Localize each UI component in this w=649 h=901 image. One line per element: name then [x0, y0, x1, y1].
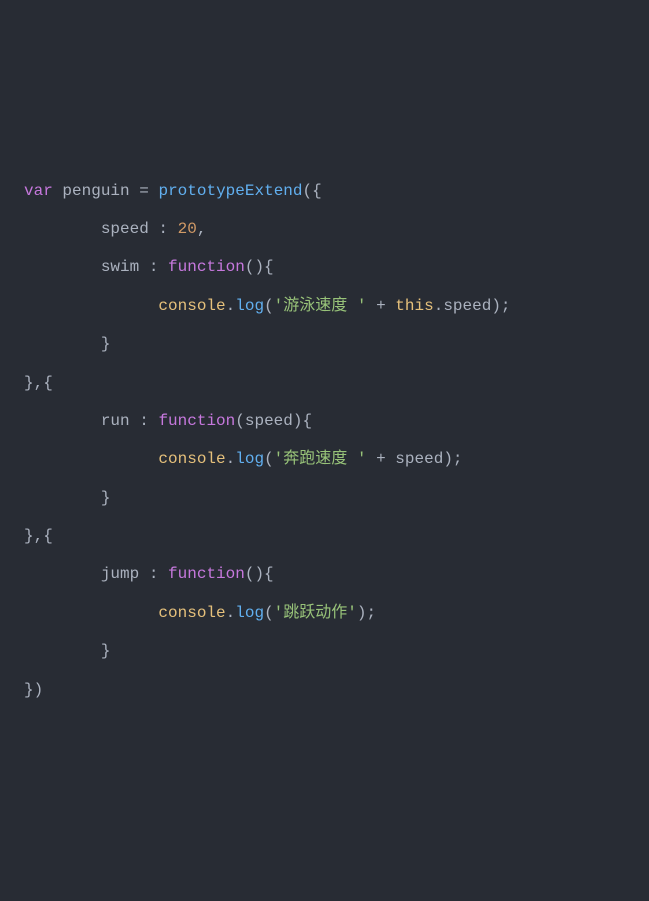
brace-comma-brace: },{ — [24, 527, 53, 545]
open-paren: ( — [264, 297, 274, 315]
code-line-13: } — [24, 632, 625, 670]
log-method: log — [235, 297, 264, 315]
keyword-function: function — [168, 258, 245, 276]
brace-comma-brace: },{ — [24, 374, 53, 392]
dot: . — [226, 450, 236, 468]
log-method: log — [235, 604, 264, 622]
keyword-var: var — [24, 182, 53, 200]
parens-brace: (){ — [245, 565, 274, 583]
string-jump: '跳跃动作' — [274, 604, 357, 622]
colon: : — [139, 258, 168, 276]
close-paren: ); — [443, 450, 462, 468]
param-speed-ref: speed — [395, 450, 443, 468]
code-line-2: speed : 20, — [24, 210, 625, 248]
close-brace: } — [101, 489, 111, 507]
colon: : — [149, 220, 178, 238]
func-call: prototypeExtend — [158, 182, 302, 200]
dot: . — [226, 604, 236, 622]
indent — [24, 565, 101, 583]
open-paren: ( — [264, 450, 274, 468]
string-run: '奔跑速度 ' — [274, 450, 367, 468]
open-paren: ( — [235, 412, 245, 430]
code-line-11: jump : function(){ — [24, 555, 625, 593]
indent — [24, 412, 101, 430]
log-method: log — [235, 450, 264, 468]
console-obj: console — [158, 297, 225, 315]
prop-swim: swim — [101, 258, 139, 276]
code-line-6: },{ — [24, 364, 625, 402]
indent — [24, 220, 101, 238]
indent — [24, 335, 101, 353]
plus: + — [366, 297, 395, 315]
code-line-1: var penguin = prototypeExtend({ — [24, 172, 625, 210]
indent — [24, 258, 101, 276]
prop-speed: speed — [101, 220, 149, 238]
keyword-function: function — [158, 412, 235, 430]
indent — [24, 450, 158, 468]
colon: : — [139, 565, 168, 583]
indent — [24, 489, 101, 507]
code-block: var penguin = prototypeExtend({ speed : … — [24, 172, 625, 709]
open-paren: ( — [264, 604, 274, 622]
close-brace-paren: }) — [24, 681, 43, 699]
code-line-14: }) — [24, 671, 625, 709]
equals: = — [139, 182, 149, 200]
close-paren: ); — [357, 604, 376, 622]
paren-brace: ({ — [303, 182, 322, 200]
prop-jump: jump — [101, 565, 139, 583]
var-name: penguin — [62, 182, 129, 200]
prop-speed-ref: speed — [443, 297, 491, 315]
param-speed: speed — [245, 412, 293, 430]
close-paren-brace: ){ — [293, 412, 312, 430]
this-keyword: this — [395, 297, 433, 315]
indent — [24, 642, 101, 660]
dot: . — [226, 297, 236, 315]
code-line-5: } — [24, 325, 625, 363]
indent — [24, 604, 158, 622]
code-line-3: swim : function(){ — [24, 248, 625, 286]
code-line-10: },{ — [24, 517, 625, 555]
string-swim: '游泳速度 ' — [274, 297, 367, 315]
colon: : — [130, 412, 159, 430]
code-line-4: console.log('游泳速度 ' + this.speed); — [24, 287, 625, 325]
keyword-function: function — [168, 565, 245, 583]
console-obj: console — [158, 450, 225, 468]
parens-brace: (){ — [245, 258, 274, 276]
dot2: . — [434, 297, 444, 315]
plus: + — [366, 450, 395, 468]
prop-run: run — [101, 412, 130, 430]
number-20: 20 — [178, 220, 197, 238]
indent — [24, 297, 158, 315]
code-line-8: console.log('奔跑速度 ' + speed); — [24, 440, 625, 478]
comma: , — [197, 220, 207, 238]
code-line-9: } — [24, 479, 625, 517]
code-line-12: console.log('跳跃动作'); — [24, 594, 625, 632]
console-obj: console — [158, 604, 225, 622]
close-paren: ); — [491, 297, 510, 315]
code-line-7: run : function(speed){ — [24, 402, 625, 440]
close-brace: } — [101, 335, 111, 353]
close-brace: } — [101, 642, 111, 660]
